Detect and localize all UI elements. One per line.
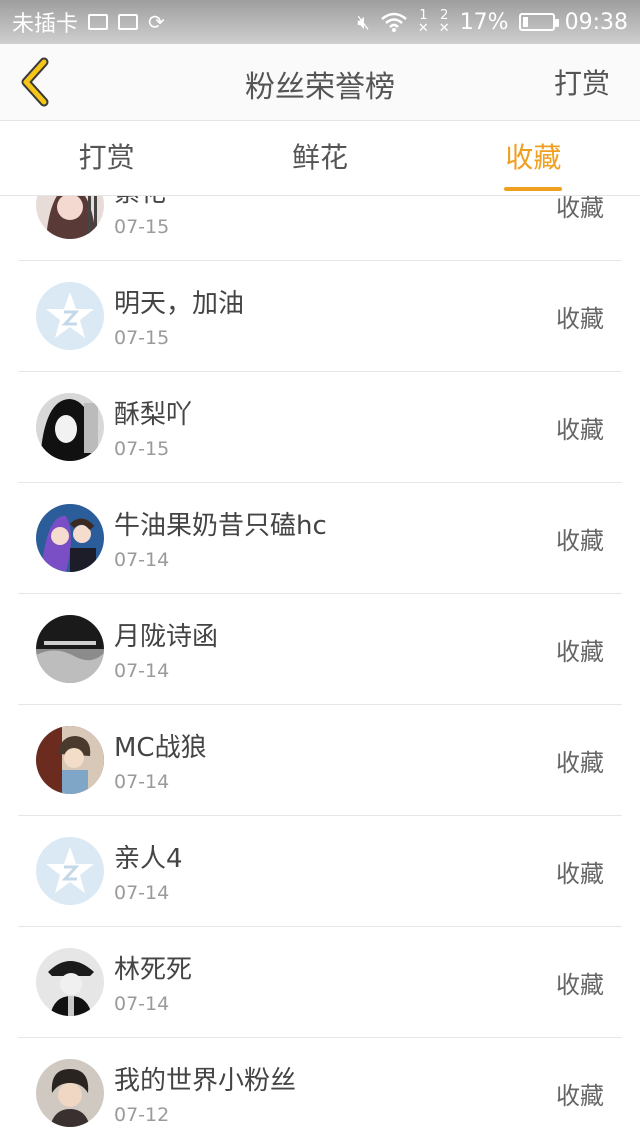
nav-bar: 粉丝荣誉榜 打赏 (0, 44, 640, 121)
avatar (36, 1059, 104, 1127)
fan-date: 07-15 (114, 216, 170, 238)
battery-icon (518, 13, 559, 31)
avatar (36, 393, 104, 461)
sync-icon: ⟳ (148, 10, 165, 34)
fan-date: 07-15 (114, 327, 170, 349)
list-item[interactable]: 明天，加油 07-15 收藏 (18, 261, 622, 372)
list-item[interactable]: 月陇诗函 07-14 收藏 (18, 594, 622, 705)
tab-label: 打赏 (78, 141, 135, 174)
fan-name: 牛油果奶昔只磕hc (114, 511, 327, 541)
avatar (36, 726, 104, 794)
list-item[interactable]: 酥梨吖 07-15 收藏 (18, 372, 622, 483)
fan-date: 07-15 (114, 438, 170, 460)
fan-name: 明天，加油 (114, 289, 245, 319)
favorite-label: 收藏 (556, 196, 604, 222)
favorite-label: 收藏 (556, 749, 604, 777)
tab-label: 鲜花 (291, 141, 348, 174)
fan-date: 07-14 (114, 771, 170, 793)
avatar (36, 837, 104, 905)
keyboard-icon (118, 14, 139, 30)
sim1-label: 1 (419, 8, 428, 23)
tab-favorites[interactable]: 收藏 (427, 121, 640, 195)
list-item[interactable]: 我的世界小粉丝 07-12 收藏 (18, 1038, 622, 1138)
fan-date: 07-14 (114, 660, 170, 682)
list-item[interactable]: 林死死 07-14 收藏 (18, 927, 622, 1038)
fan-date: 07-12 (114, 1104, 170, 1126)
active-tab-indicator (504, 187, 563, 191)
fan-name: 我的世界小粉丝 (114, 1066, 297, 1096)
sim1-signal-icon: 1 ✕ (417, 8, 429, 36)
favorite-label: 收藏 (556, 527, 604, 555)
sim2-label: 2 (440, 8, 449, 23)
fan-date: 07-14 (114, 549, 170, 571)
fan-name: 紫花 (114, 196, 166, 209)
wifi-icon (381, 12, 407, 32)
status-bar: 未插卡 ⟳ 🔇︎ 1 ✕ 2 ✕ 17% 09:38 (0, 0, 640, 44)
favorite-label: 收藏 (556, 971, 604, 999)
fan-list[interactable]: 紫花 07-15 收藏 明天，加油 07-15 收藏 酥梨吖 07-15 收藏 … (0, 196, 640, 1138)
sim2-signal-icon: 2 ✕ (438, 8, 450, 36)
list-item[interactable]: 牛油果奶昔只磕hc 07-14 收藏 (18, 483, 622, 594)
fan-list-content: 紫花 07-15 收藏 明天，加油 07-15 收藏 酥梨吖 07-15 收藏 … (0, 196, 640, 1138)
fan-name: 林死死 (114, 955, 193, 985)
avatar (36, 196, 104, 239)
avatar (36, 615, 104, 683)
list-item[interactable]: MC战狼 07-14 收藏 (18, 705, 622, 816)
image-icon (88, 14, 109, 30)
clock: 09:38 (564, 9, 628, 35)
tab-bar: 打赏 鲜花 收藏 (0, 121, 640, 196)
list-item[interactable]: 紫花 07-15 收藏 (18, 196, 622, 261)
fan-date: 07-14 (114, 882, 170, 904)
reward-button[interactable]: 打赏 (554, 62, 610, 102)
mute-icon: 🔇︎ (357, 10, 370, 34)
fan-name: 月陇诗函 (114, 622, 219, 652)
favorite-label: 收藏 (556, 305, 604, 333)
avatar (36, 504, 104, 572)
favorite-label: 收藏 (556, 416, 604, 444)
carrier-text: 未插卡 (12, 12, 79, 37)
fan-name: 酥梨吖 (114, 400, 193, 430)
fan-date: 07-14 (114, 993, 170, 1015)
fan-name: 亲人4 (114, 844, 183, 874)
battery-percent: 17% (459, 9, 509, 35)
list-item[interactable]: 亲人4 07-14 收藏 (18, 816, 622, 927)
favorite-label: 收藏 (556, 1082, 604, 1110)
fan-name: MC战狼 (114, 733, 207, 763)
avatar (36, 282, 104, 350)
tab-reward[interactable]: 打赏 (0, 121, 213, 195)
page-title: 粉丝荣誉榜 (245, 70, 395, 105)
favorite-label: 收藏 (556, 638, 604, 666)
favorite-label: 收藏 (556, 860, 604, 888)
tab-label: 收藏 (505, 141, 562, 174)
status-right: 🔇︎ 1 ✕ 2 ✕ 17% 09:38 (357, 9, 628, 35)
status-left: 未插卡 ⟳ (12, 6, 165, 38)
tab-flowers[interactable]: 鲜花 (213, 121, 426, 195)
avatar (36, 948, 104, 1016)
